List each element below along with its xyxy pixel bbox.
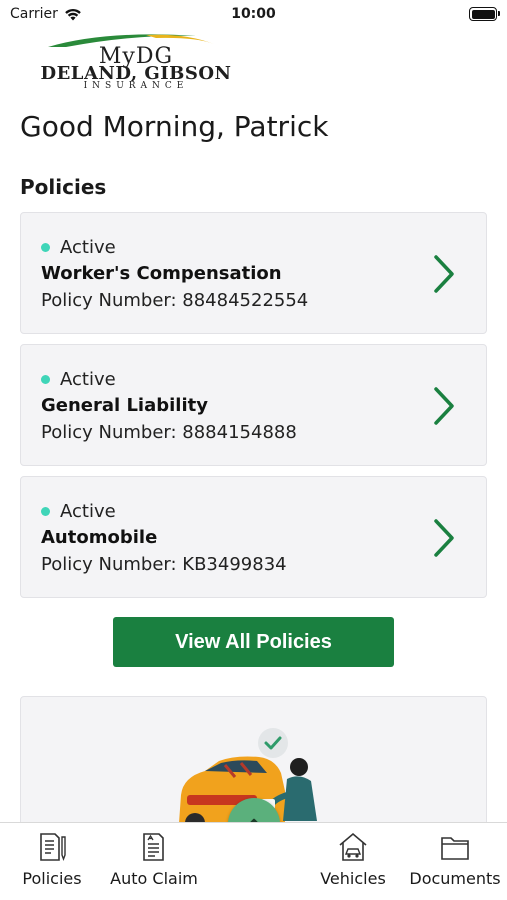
policy-status: Active [41, 237, 116, 258]
policy-status-label: Active [60, 237, 116, 258]
active-status-dot-icon [41, 507, 50, 516]
policy-card-workers-compensation[interactable]: Active Worker's Compensation Policy Numb… [20, 212, 487, 334]
tab-documents[interactable]: Documents [406, 831, 504, 888]
tab-vehicles[interactable]: Vehicles [314, 831, 392, 888]
clock: 10:00 [231, 6, 276, 22]
policy-status-label: Active [60, 501, 116, 522]
greeting-heading: Good Morning, Patrick [20, 110, 329, 143]
policies-section-title: Policies [20, 175, 107, 199]
tab-label: Vehicles [320, 869, 386, 888]
chevron-right-icon[interactable] [430, 517, 458, 559]
company-logo: MyDG DELAND, GIBSON INSURANCE [20, 30, 252, 92]
policy-name: Worker's Compensation [41, 263, 282, 284]
vehicles-icon [339, 832, 367, 861]
active-status-dot-icon [41, 375, 50, 384]
policy-number: Policy Number: 88484522554 [41, 290, 309, 311]
policy-document-icon [40, 833, 66, 861]
policy-name: General Liability [41, 395, 208, 416]
active-status-dot-icon [41, 243, 50, 252]
status-bar: Carrier 10:00 [0, 0, 507, 28]
tab-label: Auto Claim [110, 869, 198, 888]
view-all-policies-button[interactable]: View All Policies [113, 617, 394, 667]
chevron-right-icon[interactable] [430, 253, 458, 295]
policy-status: Active [41, 501, 116, 522]
policy-status-label: Active [60, 369, 116, 390]
logo-tagline: INSURANCE [83, 81, 189, 91]
tab-label: Documents [409, 869, 501, 888]
tab-auto-claim[interactable]: Auto Claim [106, 831, 202, 888]
folder-icon [441, 837, 469, 860]
policy-number: Policy Number: KB3499834 [41, 554, 287, 575]
battery-icon [469, 7, 500, 21]
policy-name: Automobile [41, 527, 158, 548]
auto-claim-icon [143, 833, 164, 861]
chevron-right-icon[interactable] [430, 385, 458, 427]
policy-number: Policy Number: 8884154888 [41, 422, 297, 443]
policy-card-general-liability[interactable]: Active General Liability Policy Number: … [20, 344, 487, 466]
tab-label: Policies [22, 869, 82, 888]
policy-card-automobile[interactable]: Active Automobile Policy Number: KB34998… [20, 476, 487, 598]
tab-policies[interactable]: Policies [14, 831, 90, 888]
bottom-tab-bar: Policies Auto Claim Vehicles Documents [0, 822, 507, 900]
policy-status: Active [41, 369, 116, 390]
